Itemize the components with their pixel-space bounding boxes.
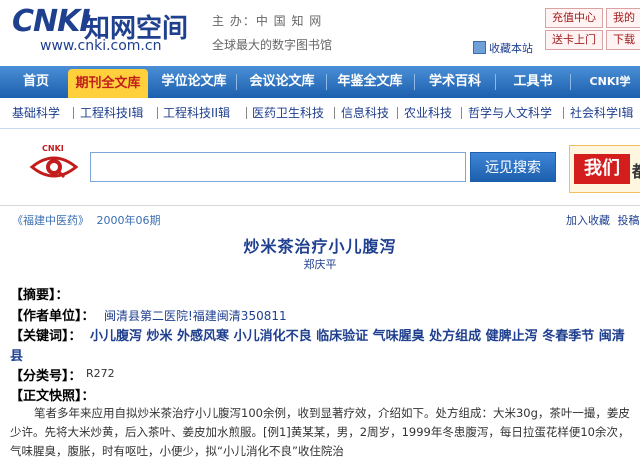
ad-text: 我们 [574,154,630,184]
category-engineering-2[interactable]: 工程科技II辑 [163,98,230,128]
download-button[interactable]: 下载 [606,30,640,50]
category-social-science-1[interactable]: 社会科学I辑 [570,98,634,128]
category-humanities[interactable]: 哲学与人文科学 [468,98,552,128]
favorite-site-link[interactable]: 收藏本站 [473,40,533,56]
nav-journal-db[interactable]: 期刊全文库 [68,69,148,98]
unit-label: 【作者单位】： [10,309,95,324]
author-unit[interactable]: 闽清县第二医院!福建闽清350811 [104,307,287,324]
nav-divider [414,74,415,90]
keywords-line-1[interactable]: 小儿腹泻 炒米 外感风寒 小儿消化不良 临床验证 气味腥臭 处方组成 健脾止泻 … [90,325,625,344]
logo-latin: CNKI [12,4,91,39]
article-title: 炒米茶治疗小儿腹泻 [243,237,397,256]
recharge-button[interactable]: 充值中心 [545,8,603,28]
article-author[interactable]: 郑庆平 [0,256,640,272]
abstract-label: 【摘要】： [10,288,69,303]
journal-source: 《福建中医药》 2000年06期 [12,212,161,228]
category-divider [246,107,247,119]
favorite-label: 收藏本站 [489,42,533,55]
class-label: 【分类号】： [10,369,82,384]
category-divider [461,107,462,119]
issue-link[interactable]: 2000年06期 [97,214,161,227]
preview-text: 笔者多年来应用自拟炒米茶治疗小儿腹泻100余例，收到显著疗效，介绍如下。处方组成… [10,406,630,458]
category-divider [397,107,398,119]
nav-cnki-more[interactable]: CNKI学 [580,66,640,98]
keywords-line-2[interactable]: 县 [10,345,23,364]
category-engineering-1[interactable]: 工程科技I辑 [80,98,144,128]
category-divider [563,107,564,119]
category-basic-science[interactable]: 基础科学 [12,98,60,128]
category-medicine[interactable]: 医药卫生科技 [252,98,324,128]
main-nav: 首页 期刊全文库 学位论文库 会议论文库 年鉴全文库 学术百科 工具书 CNKI… [0,66,640,98]
nav-encyclopedia[interactable]: 学术百科 [420,66,490,98]
nav-reference-books[interactable]: 工具书 [505,66,561,98]
nav-conference-db[interactable]: 会议论文库 [242,66,322,98]
nav-divider [495,74,496,90]
category-nav: 基础科学 工程科技I辑 工程科技II辑 医药卫生科技 信息科技 农业科技 哲学与… [0,98,640,129]
category-divider [157,107,158,119]
journal-name-link[interactable]: 《福建中医药》 [12,214,89,227]
slogan-text: 全球最大的数字图书馆 [212,38,333,52]
cnki-eye-logo-icon: CNKI [29,144,79,179]
card-delivery-button[interactable]: 送卡上门 [545,30,603,50]
svg-text:CNKI: CNKI [42,144,64,153]
class-number: R272 [86,367,115,380]
add-favorite-link[interactable]: 加入收藏 [566,214,610,227]
host-text: 主 办：中 国 知 网 [212,14,323,28]
nav-divider [570,74,571,90]
nav-home[interactable]: 首页 [8,66,64,98]
article-actions: 加入收藏 投稿 [566,212,640,228]
category-divider [334,107,335,119]
search-input[interactable] [90,152,466,182]
category-agriculture[interactable]: 农业科技 [404,98,452,128]
divider [0,205,640,206]
ad-text-2: 都 [632,158,640,182]
site-header: CNKI 知网空间 www.cnki.com.cn 主 办：中 国 知 网 全球… [0,0,640,62]
keywords-label: 【关键词】： [10,329,82,344]
nav-divider [326,74,327,90]
submit-link[interactable]: 投稿 [618,214,640,227]
category-divider [73,107,74,119]
preview-label: 【正文快照】： [10,389,95,404]
category-information[interactable]: 信息科技 [341,98,389,128]
logo-url: www.cnki.com.cn [40,38,162,54]
nav-divider [236,74,237,90]
my-account-button[interactable]: 我的 [606,8,640,28]
ad-banner[interactable]: 我们 都 [569,145,640,193]
nav-yearbook-db[interactable]: 年鉴全文库 [330,66,410,98]
search-button[interactable]: 远见搜索 [470,152,556,182]
nav-thesis-db[interactable]: 学位论文库 [156,66,232,98]
bookmark-icon [473,41,486,54]
cnki-logo[interactable]: CNKI 知网空间 www.cnki.com.cn [4,4,204,58]
